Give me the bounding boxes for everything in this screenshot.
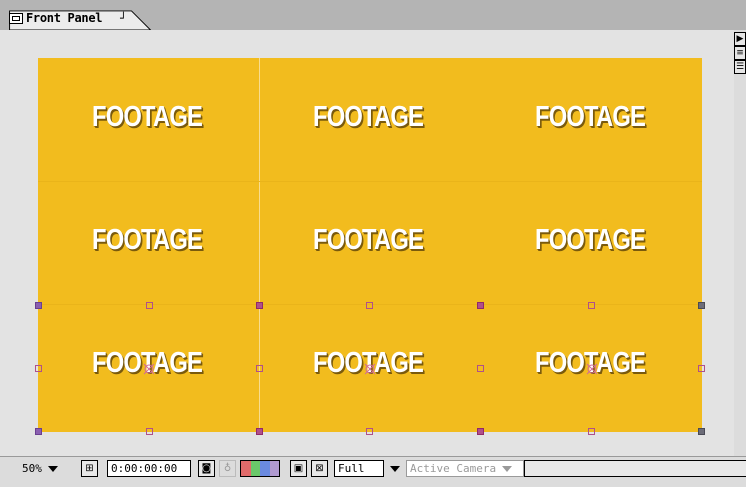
footage-tile[interactable]: FOOTAGE xyxy=(535,224,646,257)
zoom-value: 50% xyxy=(22,462,42,475)
region-of-interest-icon[interactable]: ▣ xyxy=(290,460,307,477)
composition-icon xyxy=(9,13,23,24)
layer-handle[interactable] xyxy=(588,302,595,309)
layer-handle[interactable] xyxy=(698,428,705,435)
layer-handle[interactable] xyxy=(146,428,153,435)
zoom-dropdown[interactable]: 50% xyxy=(22,460,58,477)
panel-side-buttons: ▶ ≡ ☰ xyxy=(734,32,746,74)
tab-menu-icon[interactable]: ┘ xyxy=(120,12,127,25)
layer-handle[interactable] xyxy=(477,365,484,372)
footage-tile[interactable]: FOOTAGE xyxy=(92,101,203,134)
footage-tile[interactable]: FOOTAGE xyxy=(313,101,424,134)
expand-arrow-icon[interactable]: ▶ xyxy=(734,32,746,46)
footage-tile[interactable]: FOOTAGE xyxy=(313,224,424,257)
blue-channel-icon[interactable] xyxy=(260,461,270,476)
layer-handle[interactable] xyxy=(35,428,42,435)
resolution-menu-arrow[interactable] xyxy=(384,460,400,477)
layer-handle[interactable] xyxy=(477,302,484,309)
green-channel-icon[interactable] xyxy=(250,461,260,476)
transparency-grid-icon[interactable]: ⊠ xyxy=(311,460,328,477)
alpha-channel-icon[interactable] xyxy=(269,461,279,476)
chevron-down-icon xyxy=(390,466,400,472)
composition-status-bar: 50% ⊞ 0:00:00:00 ◙ ♁ ▣ ⊠ Full Active Cam… xyxy=(0,456,746,487)
camera-icon[interactable]: ◙ xyxy=(198,460,215,477)
red-channel-icon[interactable] xyxy=(241,461,251,476)
footage-tile[interactable]: FOOTAGE xyxy=(535,101,646,134)
layer-handle[interactable] xyxy=(35,302,42,309)
anchor-point-icon[interactable] xyxy=(586,363,598,375)
layer-handle[interactable] xyxy=(256,365,263,372)
channel-buttons[interactable] xyxy=(240,460,280,477)
timecode-field[interactable]: 0:00:00:00 xyxy=(107,460,191,477)
resolution-dropdown[interactable]: Full xyxy=(334,460,384,477)
tab-title: Front Panel xyxy=(26,11,103,25)
layer-handle[interactable] xyxy=(588,428,595,435)
camera-dropdown[interactable]: Active Camera xyxy=(406,460,524,477)
chevron-down-icon xyxy=(47,466,58,472)
composition-canvas[interactable]: FOOTAGE FOOTAGE FOOTAGE FOOTAGE FOOTAGE … xyxy=(38,58,702,432)
layer-handle[interactable] xyxy=(256,302,263,309)
layer-handle[interactable] xyxy=(366,302,373,309)
layer-handle[interactable] xyxy=(256,428,263,435)
layer-divider xyxy=(259,58,260,432)
resolution-value: Full xyxy=(338,462,365,475)
layer-handle[interactable] xyxy=(366,428,373,435)
title-action-safe-icon[interactable]: ⊞ xyxy=(81,460,98,477)
layer-handle[interactable] xyxy=(698,365,705,372)
anchor-point-icon[interactable] xyxy=(364,363,376,375)
camera-value: Active Camera xyxy=(410,462,497,475)
person-icon[interactable]: ♁ xyxy=(219,460,236,477)
layer-handle[interactable] xyxy=(35,365,42,372)
layer-divider xyxy=(38,181,702,182)
anchor-point-icon[interactable] xyxy=(143,363,155,375)
status-spacer xyxy=(524,460,746,477)
chevron-down-icon xyxy=(502,466,513,472)
layer-handle[interactable] xyxy=(146,302,153,309)
layer-handle[interactable] xyxy=(698,302,705,309)
footage-tile[interactable]: FOOTAGE xyxy=(92,224,203,257)
flowchart-icon[interactable]: ☰ xyxy=(734,60,746,74)
list-icon[interactable]: ≡ xyxy=(734,46,746,60)
layer-handle[interactable] xyxy=(477,428,484,435)
